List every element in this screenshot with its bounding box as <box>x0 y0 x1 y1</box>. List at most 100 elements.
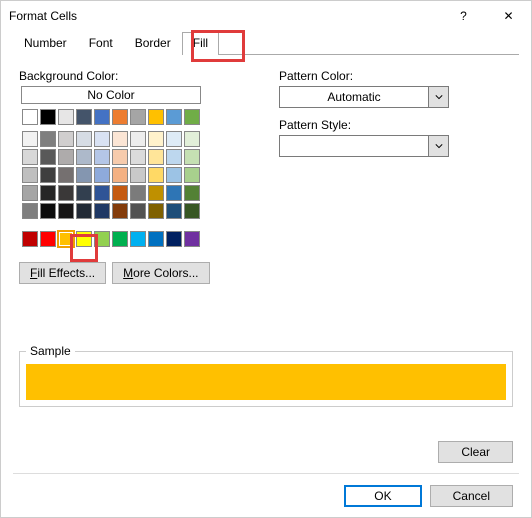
color-swatch[interactable] <box>40 185 56 201</box>
color-swatch[interactable] <box>112 167 128 183</box>
color-swatch[interactable] <box>58 167 74 183</box>
sample-label: Sample <box>26 344 75 358</box>
color-swatch[interactable] <box>40 149 56 165</box>
color-swatch[interactable] <box>58 109 74 125</box>
color-swatch[interactable] <box>148 231 164 247</box>
color-swatch[interactable] <box>166 149 182 165</box>
color-swatch[interactable] <box>130 167 146 183</box>
color-swatch[interactable] <box>112 231 128 247</box>
color-swatch[interactable] <box>148 109 164 125</box>
dialog-title: Format Cells <box>9 9 441 23</box>
help-button[interactable]: ? <box>441 1 486 31</box>
color-swatch[interactable] <box>166 131 182 147</box>
color-swatch[interactable] <box>166 185 182 201</box>
color-swatch[interactable] <box>58 203 74 219</box>
color-swatch[interactable] <box>166 203 182 219</box>
color-swatch[interactable] <box>58 149 74 165</box>
color-swatch[interactable] <box>58 185 74 201</box>
color-swatch[interactable] <box>166 109 182 125</box>
color-swatch[interactable] <box>22 149 38 165</box>
color-swatch[interactable] <box>76 231 92 247</box>
color-swatch[interactable] <box>94 185 110 201</box>
color-swatch[interactable] <box>184 149 200 165</box>
color-swatch[interactable] <box>130 185 146 201</box>
color-swatch[interactable] <box>76 131 92 147</box>
color-swatch[interactable] <box>112 109 128 125</box>
color-swatch[interactable] <box>184 131 200 147</box>
color-swatch[interactable] <box>94 203 110 219</box>
color-swatch[interactable] <box>148 149 164 165</box>
color-swatch[interactable] <box>130 203 146 219</box>
color-swatch[interactable] <box>40 131 56 147</box>
dialog-content: Background Color: No Color Fill Effects.… <box>1 55 531 294</box>
sample-swatch <box>26 364 506 400</box>
pattern-color-label: Pattern Color: <box>279 69 513 83</box>
color-swatch[interactable] <box>166 231 182 247</box>
color-swatch[interactable] <box>112 131 128 147</box>
color-swatch[interactable] <box>76 149 92 165</box>
color-swatch[interactable] <box>40 109 56 125</box>
format-cells-dialog: Format Cells ? ✕ NumberFontBorderFill Ba… <box>0 0 532 518</box>
tab-font[interactable]: Font <box>78 32 124 55</box>
color-swatch[interactable] <box>184 167 200 183</box>
color-swatch[interactable] <box>166 167 182 183</box>
color-swatch[interactable] <box>22 185 38 201</box>
color-swatch[interactable] <box>58 131 74 147</box>
tab-number[interactable]: Number <box>13 32 78 55</box>
color-swatch[interactable] <box>130 149 146 165</box>
color-swatch[interactable] <box>184 185 200 201</box>
theme-color-grid <box>21 108 201 220</box>
sample-area: Sample <box>19 351 513 407</box>
color-swatch[interactable] <box>148 167 164 183</box>
color-swatch[interactable] <box>184 109 200 125</box>
background-color-label: Background Color: <box>19 69 239 83</box>
color-swatch[interactable] <box>184 203 200 219</box>
no-color-button[interactable]: No Color <box>21 86 201 104</box>
color-swatch[interactable] <box>76 203 92 219</box>
color-swatch[interactable] <box>22 231 38 247</box>
color-swatch[interactable] <box>58 231 74 247</box>
standard-color-row <box>21 230 201 248</box>
close-button[interactable]: ✕ <box>486 1 531 31</box>
color-swatch[interactable] <box>76 185 92 201</box>
pattern-style-label: Pattern Style: <box>279 118 513 132</box>
color-swatch[interactable] <box>112 149 128 165</box>
fill-effects-button[interactable]: Fill Effects... <box>19 262 106 284</box>
color-swatch[interactable] <box>130 231 146 247</box>
color-swatch[interactable] <box>130 131 146 147</box>
color-swatch[interactable] <box>94 149 110 165</box>
titlebar: Format Cells ? ✕ <box>1 1 531 31</box>
dialog-footer: OK Cancel <box>344 485 513 507</box>
color-swatch[interactable] <box>148 185 164 201</box>
color-swatch[interactable] <box>22 131 38 147</box>
color-swatch[interactable] <box>112 185 128 201</box>
color-swatch[interactable] <box>76 167 92 183</box>
tab-border[interactable]: Border <box>124 32 182 55</box>
color-swatch[interactable] <box>94 231 110 247</box>
color-swatch[interactable] <box>184 231 200 247</box>
color-swatch[interactable] <box>22 203 38 219</box>
color-swatch[interactable] <box>94 109 110 125</box>
color-swatch[interactable] <box>148 203 164 219</box>
color-swatch[interactable] <box>130 109 146 125</box>
color-swatch[interactable] <box>148 131 164 147</box>
color-swatch[interactable] <box>112 203 128 219</box>
chevron-down-icon <box>428 87 448 107</box>
color-swatch[interactable] <box>40 231 56 247</box>
color-swatch[interactable] <box>40 203 56 219</box>
color-swatch[interactable] <box>94 167 110 183</box>
cancel-button[interactable]: Cancel <box>430 485 513 507</box>
pattern-style-dropdown[interactable] <box>279 135 449 157</box>
color-swatch[interactable] <box>22 167 38 183</box>
pattern-color-dropdown[interactable]: Automatic <box>279 86 449 108</box>
clear-button[interactable]: Clear <box>438 441 513 463</box>
color-swatch[interactable] <box>40 167 56 183</box>
color-swatch[interactable] <box>76 109 92 125</box>
more-colors-button[interactable]: More Colors... <box>112 262 209 284</box>
ok-button[interactable]: OK <box>344 485 421 507</box>
chevron-down-icon <box>428 136 448 156</box>
color-swatch[interactable] <box>94 131 110 147</box>
tab-strip: NumberFontBorderFill <box>13 31 519 55</box>
tab-fill[interactable]: Fill <box>182 32 219 55</box>
color-swatch[interactable] <box>22 109 38 125</box>
